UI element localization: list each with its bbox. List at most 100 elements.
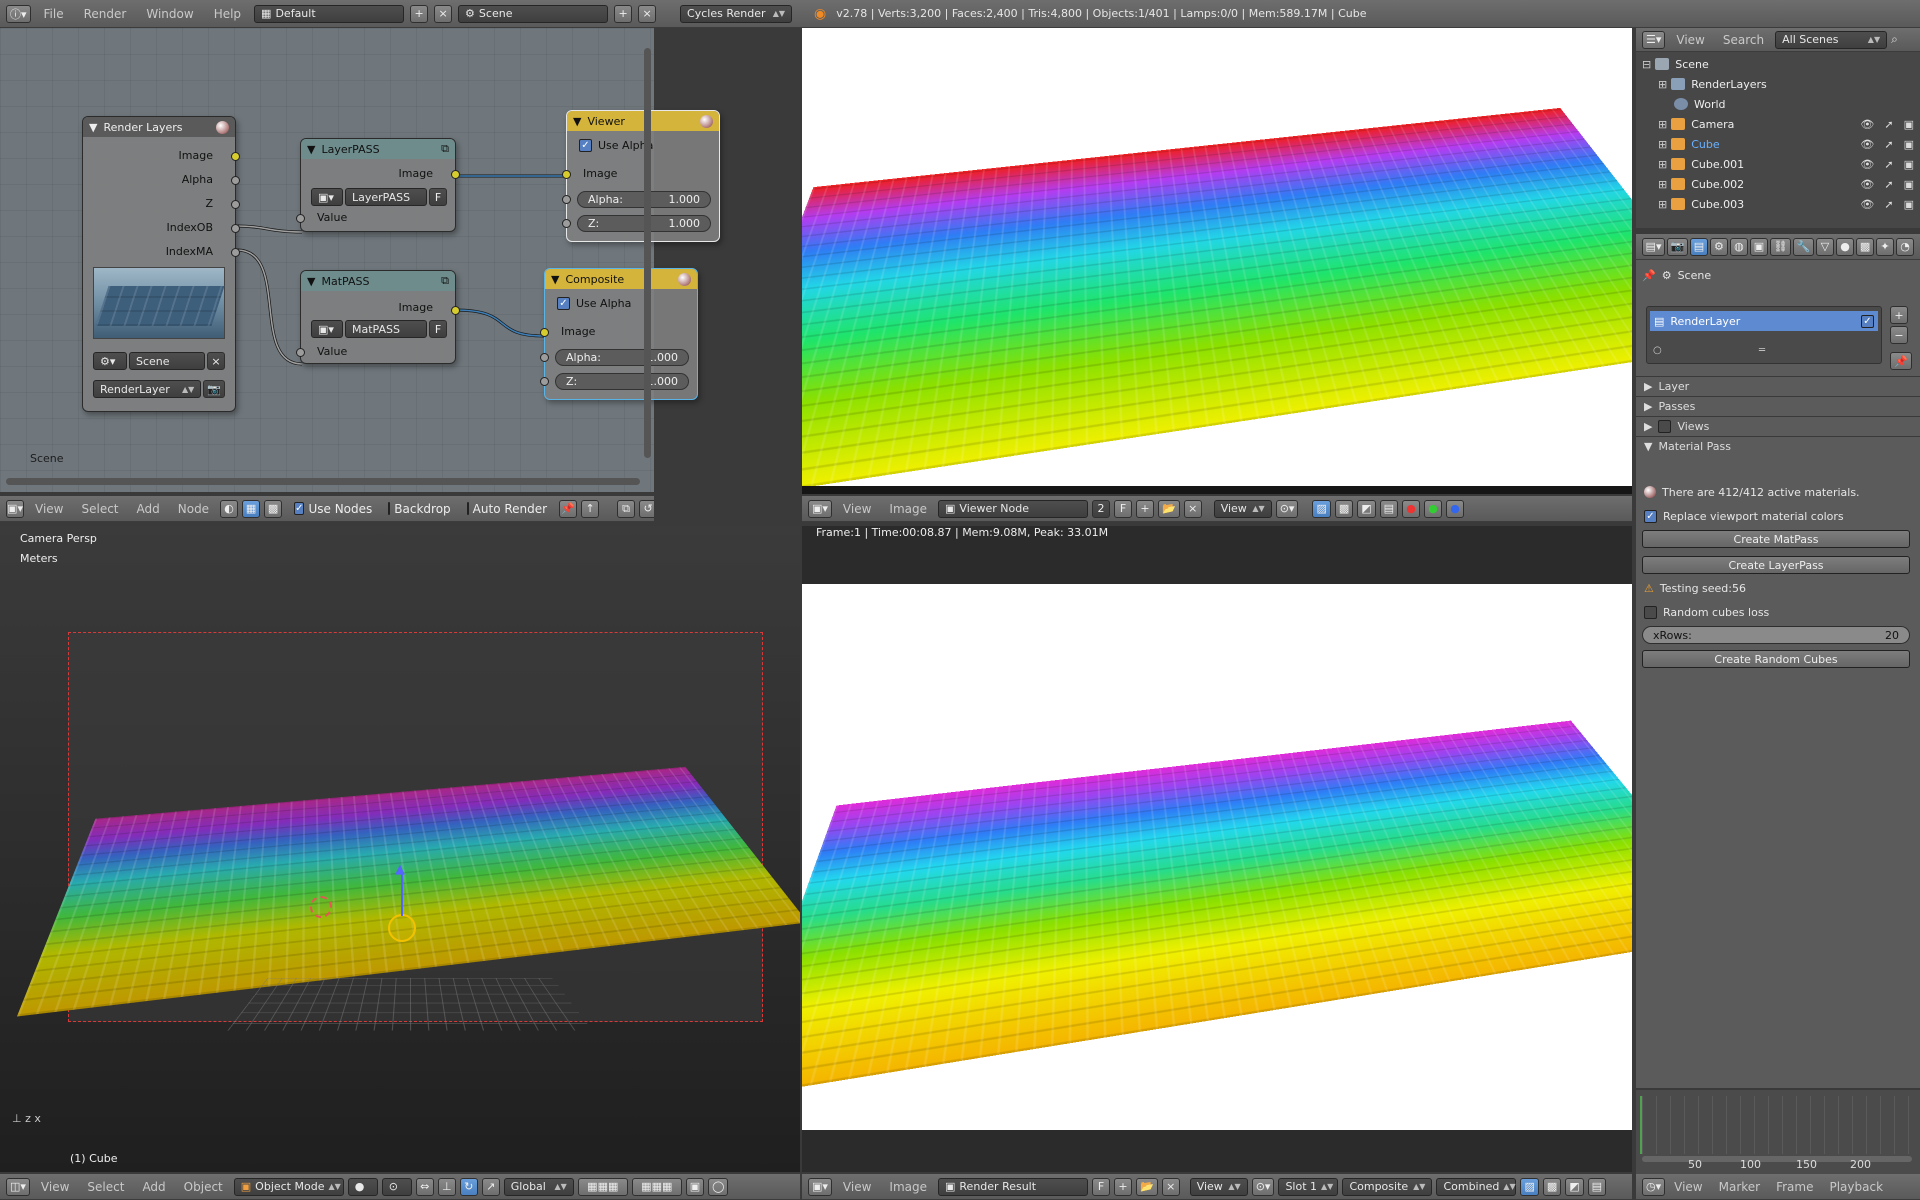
group-browse-button[interactable]: ▣▾	[311, 188, 343, 206]
expand-icon[interactable]: ⊞	[1658, 78, 1667, 91]
node-editor-vscrollbar[interactable]	[644, 48, 651, 458]
socket-indexma[interactable]	[231, 248, 240, 257]
screen-layout-select[interactable]: ▦ Default	[254, 4, 405, 23]
select-arrow-icon[interactable]: ➚	[1884, 118, 1893, 131]
layerpass-node[interactable]: ▼ LayerPASS ⧉ Image ▣▾ LayerPASS F Value	[296, 138, 460, 232]
socket-image-out[interactable]	[451, 306, 460, 315]
outliner-item-scene[interactable]: ⊟ Scene	[1636, 54, 1920, 74]
socket-image-out[interactable]	[451, 170, 460, 179]
xrows-field[interactable]: xRows: 20	[1642, 626, 1910, 644]
new-image-button[interactable]: +	[1136, 499, 1154, 518]
menu-file[interactable]: File	[37, 7, 71, 21]
menu-view[interactable]: View	[1667, 1180, 1709, 1194]
physics-tab-icon[interactable]: ◔	[1896, 237, 1915, 256]
lock-layers-icon[interactable]: ▣	[685, 1177, 705, 1196]
collapse-arrow-icon[interactable]: ▼	[551, 273, 559, 286]
green-channel-icon[interactable]: ●	[1424, 499, 1443, 518]
menu-search[interactable]: Search	[1716, 33, 1771, 47]
add-render-layer-button[interactable]: +	[1890, 306, 1908, 324]
list-resize-handle[interactable]: ═	[1759, 345, 1765, 356]
render-camera-icon[interactable]: ▣	[1904, 178, 1914, 191]
render-layer-list-item[interactable]: ▤ RenderLayer ✓	[1650, 311, 1878, 331]
shader-nodes-icon[interactable]: ◐	[220, 499, 239, 518]
proportional-edit-icon[interactable]: ◯	[708, 1177, 729, 1196]
rotate-icon[interactable]: ↻	[459, 1177, 478, 1196]
scale-icon[interactable]: ↗	[481, 1177, 500, 1196]
pivot-point-select[interactable]: ⊙	[381, 1177, 412, 1196]
render-layer-select[interactable]: Composite ▲▼	[1342, 1177, 1433, 1196]
menu-add[interactable]: Add	[135, 1180, 172, 1194]
render-button-icon[interactable]: 📷	[203, 380, 225, 398]
timeline-scrollbar[interactable]	[1642, 1156, 1912, 1162]
visibility-eye-icon[interactable]: 👁	[1860, 158, 1874, 171]
create-layerpass-button[interactable]: Create LayerPass	[1642, 556, 1910, 574]
group-name-field[interactable]: LayerPASS	[345, 188, 427, 206]
section-layer[interactable]: ▶ Layer	[1636, 376, 1920, 396]
pin-icon[interactable]: 📌	[559, 499, 578, 518]
display-alpha-icon[interactable]: ▩	[1542, 1177, 1562, 1196]
remove-scene-button[interactable]: ×	[638, 4, 657, 23]
outliner-display-select[interactable]: All Scenes ▲▼	[1775, 30, 1888, 49]
render-layer-list[interactable]: ▤ RenderLayer ✓ ○ ═	[1646, 306, 1882, 364]
menu-view[interactable]: View	[34, 1180, 76, 1194]
use-alpha-checkbox[interactable]: ✓	[557, 297, 570, 310]
socket-z-in[interactable]	[562, 219, 571, 228]
list-filter-icon[interactable]: ○	[1653, 345, 1662, 356]
menu-select[interactable]: Select	[74, 502, 125, 516]
expand-icon[interactable]: ⊞	[1658, 138, 1667, 151]
pivot-icon[interactable]: ⊙▾	[1251, 1177, 1275, 1196]
timeline[interactable]: 50 100 150 200	[1636, 1090, 1920, 1174]
outliner-item-renderlayers[interactable]: ⊞ RenderLayers	[1636, 74, 1920, 94]
fake-user-button[interactable]: F	[429, 320, 447, 338]
outliner[interactable]: ⊟ Scene ⊞ RenderLayers World ⊞ Camera 👁 …	[1636, 52, 1920, 228]
viewer-node[interactable]: ▼ Viewer ✓ Use Alpha Image Alpha: 1.000 …	[562, 110, 720, 242]
3d-cursor-icon[interactable]	[310, 896, 332, 918]
collapse-arrow-icon[interactable]: ▼	[89, 121, 97, 134]
world-tab-icon[interactable]: ◍	[1729, 237, 1748, 256]
select-arrow-icon[interactable]: ➚	[1884, 198, 1893, 211]
use-alpha-checkbox[interactable]: ✓	[579, 139, 592, 152]
render-camera-icon[interactable]: ▣	[1904, 138, 1914, 151]
manipulator-z-axis[interactable]	[401, 872, 403, 916]
particles-tab-icon[interactable]: ✦	[1876, 237, 1895, 256]
random-loss-checkbox[interactable]	[1644, 605, 1657, 619]
visibility-eye-icon[interactable]: 👁	[1860, 178, 1874, 191]
display-color-alpha-icon[interactable]: ▨	[1520, 1177, 1539, 1196]
group-name-field[interactable]: MatPASS	[345, 320, 427, 338]
display-z-icon[interactable]: ◩	[1565, 1177, 1584, 1196]
scene-tab-icon[interactable]: ⚙	[1709, 237, 1728, 256]
snap-icon[interactable]: ⧉	[617, 499, 636, 518]
menu-playback[interactable]: Playback	[1822, 1180, 1890, 1194]
menu-frame[interactable]: Frame	[1769, 1180, 1820, 1194]
fake-user-button[interactable]: F	[429, 188, 447, 206]
display-pass-icon[interactable]: ▤	[1587, 1177, 1607, 1196]
expand-icon[interactable]: ⊞	[1658, 198, 1667, 211]
expand-icon[interactable]: ⊞	[1658, 158, 1667, 171]
fake-user-button[interactable]: F	[1114, 499, 1132, 518]
view-mode-select[interactable]: View ▲▼	[1189, 1177, 1248, 1196]
node-editor[interactable]: ▼ Render Layers Image Alpha Z IndexOB In…	[0, 28, 720, 492]
remove-layout-button[interactable]: ×	[434, 4, 453, 23]
transform-orientation-select[interactable]: Global ▲▼	[503, 1177, 574, 1196]
translate-icon[interactable]: ⊥	[437, 1177, 456, 1196]
menu-node[interactable]: Node	[171, 502, 216, 516]
editor-type-button[interactable]: ▤▾	[1642, 237, 1665, 256]
visibility-eye-icon[interactable]: 👁	[1860, 138, 1874, 151]
section-passes[interactable]: ▶ Passes	[1636, 396, 1920, 416]
collapse-icon[interactable]: ⊟	[1642, 58, 1651, 71]
compositing-nodes-icon[interactable]: ▦	[242, 499, 261, 518]
fake-user-button[interactable]: F	[1092, 1177, 1110, 1196]
visibility-eye-icon[interactable]: 👁	[1860, 118, 1874, 131]
render-result-area[interactable]: Frame:1 | Time:00:08.87 | Mem:9.08M, Pea…	[802, 526, 1632, 1172]
socket-value-in[interactable]	[296, 214, 305, 223]
render-camera-icon[interactable]: ▣	[1904, 158, 1914, 171]
modifiers-tab-icon[interactable]: 🔧	[1793, 237, 1815, 256]
matpass-node[interactable]: ▼ MatPASS ⧉ Image ▣▾ MatPASS F Value	[296, 270, 460, 364]
collapse-arrow-icon[interactable]: ▼	[573, 115, 581, 128]
texture-nodes-icon[interactable]: ▩	[264, 499, 283, 518]
render-layer-select[interactable]: RenderLayer ▲▼	[93, 380, 202, 398]
transform-manipulator[interactable]	[388, 914, 416, 942]
menu-view[interactable]: View	[28, 502, 70, 516]
create-matpass-button[interactable]: Create MatPass	[1642, 530, 1910, 548]
socket-alpha-in[interactable]	[562, 195, 571, 204]
